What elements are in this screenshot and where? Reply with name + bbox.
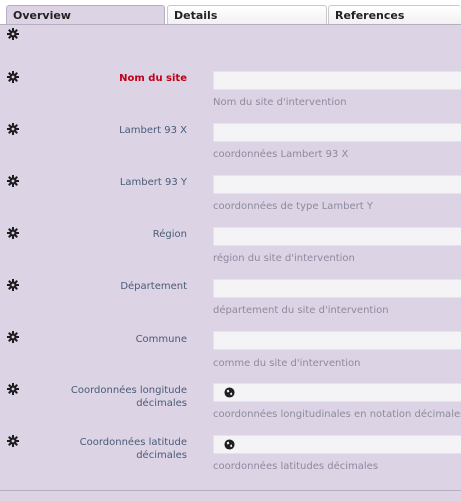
globe-icon (224, 387, 235, 398)
field-hint-lambert-93-y: coordonnées de type Lambert Y (213, 201, 373, 212)
gear-icon[interactable] (7, 435, 19, 447)
field-label-lambert-93-y: Lambert 93 Y (119, 177, 187, 188)
field-hint-region: région du site d'intervention (213, 253, 355, 264)
field-hint-nom-du-site: Nom du site d'intervention (213, 97, 347, 108)
tab-bar: Overview Details References (0, 0, 461, 25)
tab-references[interactable]: References (328, 5, 461, 24)
commune-input[interactable] (213, 331, 461, 350)
lambert-93-x-input[interactable] (213, 123, 461, 142)
gear-icon[interactable] (7, 28, 19, 40)
field-hint-longitude: coordonnées longitudinales en notation d… (213, 409, 461, 420)
field-hint-departement: département du site d'intervention (213, 305, 389, 316)
tab-overview[interactable]: Overview (6, 5, 165, 25)
panel-footer (0, 491, 461, 501)
gear-icon[interactable] (7, 123, 19, 135)
field-label-longitude: Coordonnées longitude décimales (70, 385, 187, 409)
gear-icon[interactable] (7, 71, 19, 83)
field-hint-commune: comme du site d'intervention (213, 358, 361, 369)
gear-icon[interactable] (7, 175, 19, 187)
gear-icon[interactable] (7, 331, 19, 343)
field-label-latitude: Coordonnées latitude décimales (79, 437, 187, 461)
field-label-region: Région (152, 229, 187, 240)
field-label-commune: Commune (135, 334, 187, 345)
field-label-nom-du-site: Nom du site (119, 73, 187, 84)
nom-du-site-input[interactable] (213, 71, 461, 90)
gear-icon[interactable] (7, 227, 19, 239)
field-hint-latitude: coordonnées latitudes décimales (213, 461, 379, 472)
region-input[interactable] (213, 227, 461, 246)
gear-icon[interactable] (7, 279, 19, 291)
longitude-input[interactable] (213, 383, 461, 402)
tab-details[interactable]: Details (167, 5, 327, 24)
field-label-departement: Département (120, 281, 187, 292)
departement-input[interactable] (213, 279, 461, 298)
globe-icon (224, 439, 235, 450)
lambert-93-y-input[interactable] (213, 175, 461, 194)
latitude-input[interactable] (213, 435, 461, 454)
gear-icon[interactable] (7, 383, 19, 395)
field-label-lambert-93-x: Lambert 93 X (119, 125, 187, 136)
field-hint-lambert-93-x: coordonnées Lambert 93 X (213, 149, 349, 160)
overview-panel: Nom du site Nom du site d'intervention L… (0, 24, 461, 491)
